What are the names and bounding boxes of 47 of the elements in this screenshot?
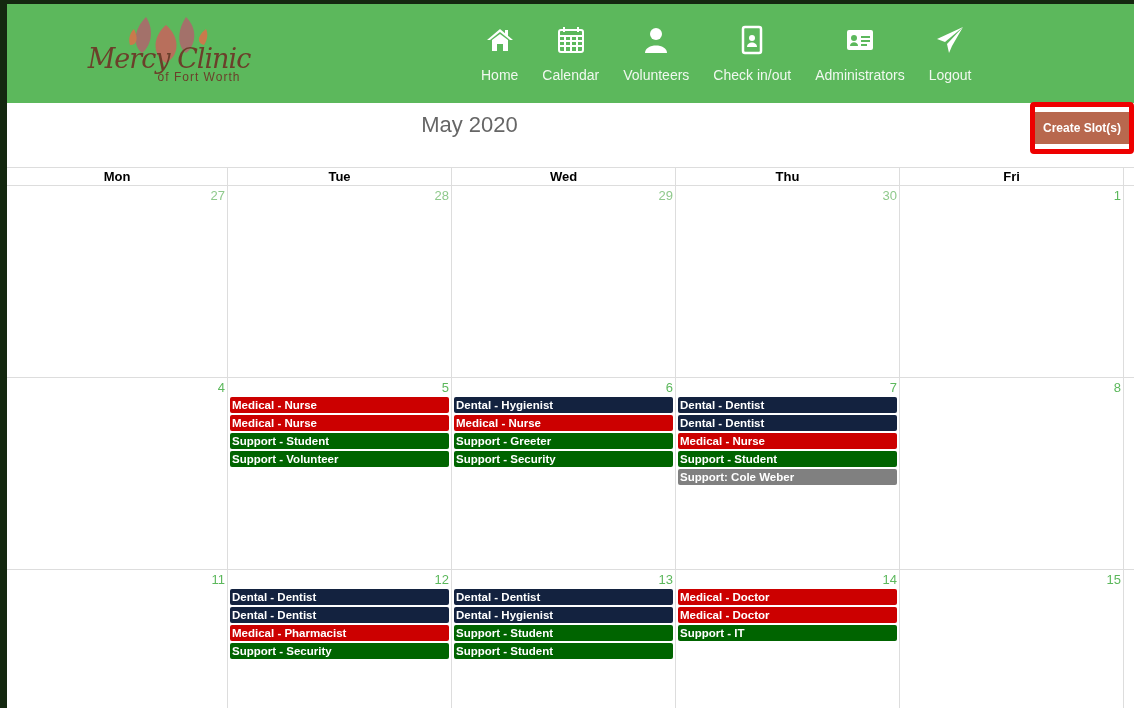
slot-event[interactable]: Dental - Dentist (678, 397, 897, 413)
slot-event[interactable]: Dental - Hygienist (454, 607, 673, 623)
weekday-header: Mon (7, 168, 228, 185)
day-number: 27 (210, 188, 225, 203)
slot-event[interactable]: Support - Student (678, 451, 897, 467)
weekday-header: Tue (228, 168, 452, 185)
slot-event[interactable]: Support - Student (454, 643, 673, 659)
slot-event[interactable]: Medical - Nurse (678, 433, 897, 449)
month-title: May 2020 (420, 112, 519, 138)
weekday-header: Thu (676, 168, 900, 185)
day-number: 5 (441, 380, 449, 395)
day-number: 28 (434, 188, 449, 203)
slot-event[interactable]: Dental - Hygienist (454, 397, 673, 413)
slot-event[interactable]: Medical - Pharmacist (230, 625, 449, 641)
day-number: 6 (665, 380, 673, 395)
slot-event[interactable]: Dental - Dentist (678, 415, 897, 431)
day-number: 12 (434, 572, 449, 587)
day-number: 30 (882, 188, 897, 203)
create-slots-button[interactable]: Create Slot(s) (1034, 112, 1129, 144)
slot-event[interactable]: Support - IT (678, 625, 897, 641)
calendar-icon (555, 24, 586, 55)
slot-event[interactable]: Support - Student (230, 433, 449, 449)
slot-event[interactable]: Medical - Doctor (678, 589, 897, 605)
weekday-header: Wed (452, 168, 676, 185)
slot-event[interactable]: Support - Volunteer (230, 451, 449, 467)
slot-event[interactable]: Support: Cole Weber (678, 469, 897, 485)
day-number: 13 (658, 572, 673, 587)
slot-event[interactable]: Dental - Dentist (454, 589, 673, 605)
day-number: 11 (211, 572, 225, 587)
day-number: 15 (1106, 572, 1121, 587)
slot-event[interactable]: Support - Security (454, 451, 673, 467)
weekday-header: Fri (900, 168, 1124, 185)
slot-event[interactable]: Medical - Nurse (454, 415, 673, 431)
day-number: 7 (889, 380, 897, 395)
slot-event[interactable]: Medical - Nurse (230, 415, 449, 431)
day-number: 29 (658, 188, 673, 203)
slot-event[interactable]: Medical - Doctor (678, 607, 897, 623)
slot-event[interactable]: Dental - Dentist (230, 607, 449, 623)
day-number: 8 (1113, 380, 1121, 395)
slot-event[interactable]: Support - Security (230, 643, 449, 659)
slot-event[interactable]: Support - Student (454, 625, 673, 641)
day-number: 14 (882, 572, 897, 587)
day-number: 1 (1113, 188, 1121, 203)
slot-event[interactable]: Support - Greeter (454, 433, 673, 449)
slot-event[interactable]: Dental - Dentist (230, 589, 449, 605)
slot-event[interactable]: Medical - Nurse (230, 397, 449, 413)
day-number: 4 (217, 380, 225, 395)
